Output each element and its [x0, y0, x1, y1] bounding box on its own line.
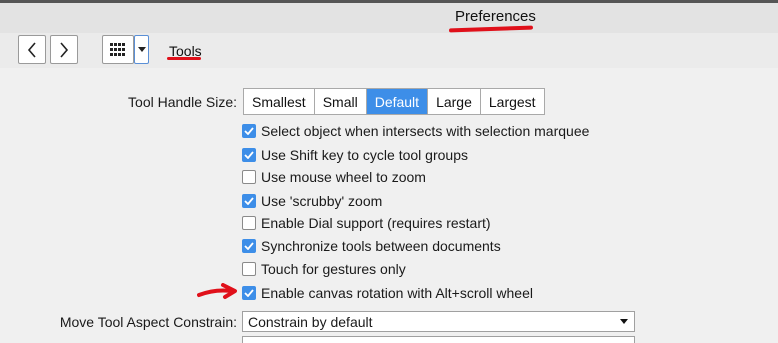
handle-size-default[interactable]: Default: [366, 89, 429, 114]
forward-button[interactable]: [50, 35, 78, 64]
chevron-down-icon: [137, 47, 146, 52]
aspect-constrain-select[interactable]: Constrain by default: [242, 311, 635, 332]
option-row[interactable]: Use 'scrubby' zoom: [242, 191, 382, 211]
option-label: Select object when intersects with selec…: [261, 123, 590, 139]
option-row[interactable]: Use Shift key to cycle tool groups: [242, 145, 468, 165]
option-row[interactable]: Select object when intersects with selec…: [242, 121, 589, 141]
annotation-underline-title: [448, 25, 534, 33]
tool-handle-size-segmented: Smallest Small Default Large Largest: [243, 88, 545, 115]
checkbox-unchecked[interactable]: [242, 170, 256, 184]
option-label: Use 'scrubby' zoom: [261, 193, 383, 209]
option-label: Touch for gestures only: [261, 261, 406, 277]
option-label: Synchronize tools between documents: [261, 238, 501, 254]
checkbox-unchecked[interactable]: [242, 262, 256, 276]
toolbar: Tools: [0, 33, 778, 68]
checkmark-icon: [244, 127, 254, 135]
partial-field: [242, 336, 635, 343]
back-button[interactable]: [18, 35, 46, 64]
option-row[interactable]: Touch for gestures only: [242, 259, 406, 279]
title-bar: Preferences: [0, 0, 778, 33]
checkmark-icon: [244, 242, 254, 250]
handle-size-largest[interactable]: Largest: [481, 89, 544, 114]
checkmark-icon: [244, 289, 254, 297]
option-label: Enable canvas rotation with Alt+scroll w…: [261, 285, 533, 301]
option-label: Use Shift key to cycle tool groups: [261, 147, 468, 163]
annotation-arrow: [197, 283, 237, 299]
checkbox-unchecked[interactable]: [242, 216, 256, 230]
forward-arrow-icon: [60, 41, 69, 58]
annotation-underline-tools: [167, 57, 201, 60]
option-row[interactable]: Use mouse wheel to zoom: [242, 167, 426, 187]
handle-size-small[interactable]: Small: [315, 89, 367, 114]
option-label: Use mouse wheel to zoom: [261, 169, 426, 185]
option-row[interactable]: Synchronize tools between documents: [242, 236, 501, 256]
tools-preferences-panel: Tool Handle Size: Smallest Small Default…: [0, 68, 778, 343]
checkmark-icon: [244, 151, 254, 159]
handle-size-smallest[interactable]: Smallest: [244, 89, 315, 114]
option-label: Enable Dial support (requires restart): [261, 215, 491, 231]
option-row[interactable]: Enable canvas rotation with Alt+scroll w…: [242, 283, 533, 303]
grid-icon: [110, 42, 125, 56]
checkbox-checked[interactable]: [242, 194, 256, 208]
window-title: Preferences: [455, 8, 536, 25]
back-arrow-icon: [27, 41, 36, 58]
chevron-down-icon: [620, 319, 628, 324]
checkbox-checked[interactable]: [242, 239, 256, 253]
handle-size-large[interactable]: Large: [428, 89, 481, 114]
checkbox-checked[interactable]: [242, 124, 256, 138]
grid-view-button[interactable]: [102, 35, 134, 64]
checkmark-icon: [244, 197, 254, 205]
tool-handle-size-label: Tool Handle Size:: [128, 94, 237, 110]
checkbox-checked[interactable]: [242, 148, 256, 162]
grid-dropdown-button[interactable]: [134, 35, 149, 64]
aspect-constrain-value: Constrain by default: [248, 313, 373, 330]
option-row[interactable]: Enable Dial support (requires restart): [242, 213, 491, 233]
aspect-constrain-label: Move Tool Aspect Constrain:: [59, 314, 237, 330]
checkbox-checked[interactable]: [242, 286, 256, 300]
